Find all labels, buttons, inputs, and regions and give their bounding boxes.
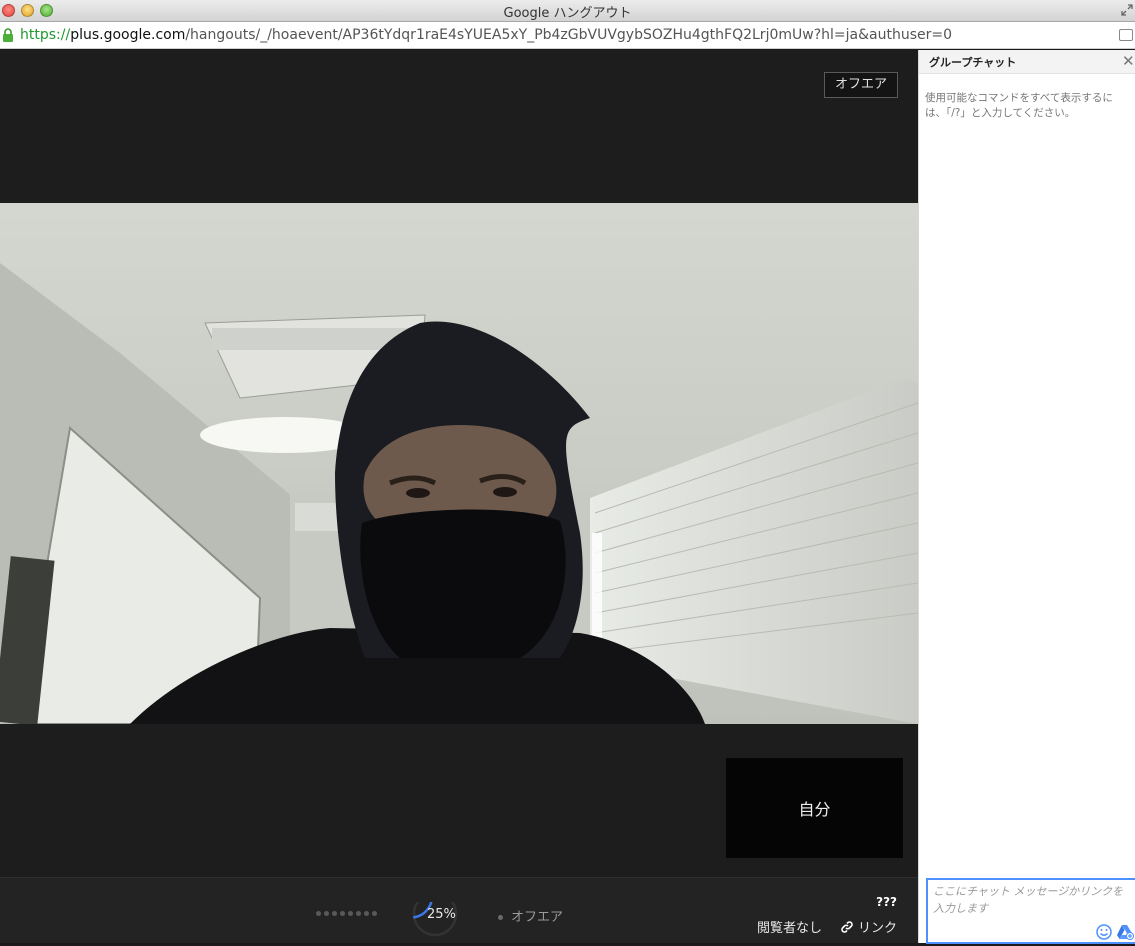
- broadcast-status: オフエア: [498, 906, 563, 925]
- lock-icon: [3, 28, 13, 42]
- url-text[interactable]: https://plus.google.com/hangouts/_/hoaev…: [20, 27, 952, 43]
- link-label: リンク: [858, 921, 898, 936]
- chat-title: グループチャット: [929, 56, 1017, 69]
- video-frame-illustration: [0, 203, 918, 724]
- fullscreen-icon[interactable]: [1121, 4, 1133, 16]
- offair-badge: オフエア: [823, 72, 898, 98]
- self-video-tile[interactable]: 自分: [726, 758, 903, 858]
- window-title: Google ハングアウト: [503, 6, 632, 21]
- window-titlebar: Google ハングアウト: [0, 0, 1135, 22]
- url-path: /hangouts/_/hoaevent/AP36tYdqr1raE4sYUEA…: [185, 27, 952, 43]
- close-icon[interactable]: ✕: [1122, 52, 1135, 70]
- viewers-label: 閲覧者なし: [757, 921, 823, 936]
- emoji-icon[interactable]: [1096, 924, 1112, 940]
- broadcast-control-bar: 25% オフエア ??? 閲覧者なし リンク: [0, 877, 918, 943]
- url-scheme: https://: [20, 27, 71, 43]
- progress-percent: 25%: [427, 907, 456, 922]
- link-button[interactable]: リンク: [840, 917, 897, 936]
- chat-header: グループチャット ✕: [919, 50, 1135, 74]
- link-icon: [841, 920, 853, 933]
- chat-hint-line-1: 使用可能なコマンドをすべて表示するに: [925, 92, 1113, 104]
- chat-input-box[interactable]: [926, 878, 1135, 944]
- drive-icon[interactable]: [1116, 924, 1134, 940]
- viewer-count: ???: [876, 895, 897, 909]
- status-dot-icon: [498, 915, 503, 920]
- url-host: plus.google.com: [70, 27, 186, 43]
- main-video: [0, 203, 918, 724]
- loading-dots: [316, 911, 377, 916]
- hangout-stage: オフエア 自分: [0, 50, 918, 877]
- page-icon[interactable]: [1119, 29, 1133, 41]
- chat-hint-line-2: は、「/?」と入力してください。: [925, 107, 1076, 119]
- group-chat-panel: グループチャット ✕ 使用可能なコマンドをすべて表示するに は、「/?」と入力し…: [918, 50, 1135, 944]
- broadcast-status-label: オフエア: [511, 910, 564, 925]
- address-bar[interactable]: https://plus.google.com/hangouts/_/hoaev…: [0, 22, 1135, 49]
- chat-command-hint: 使用可能なコマンドをすべて表示するに は、「/?」と入力してください。: [925, 91, 1125, 121]
